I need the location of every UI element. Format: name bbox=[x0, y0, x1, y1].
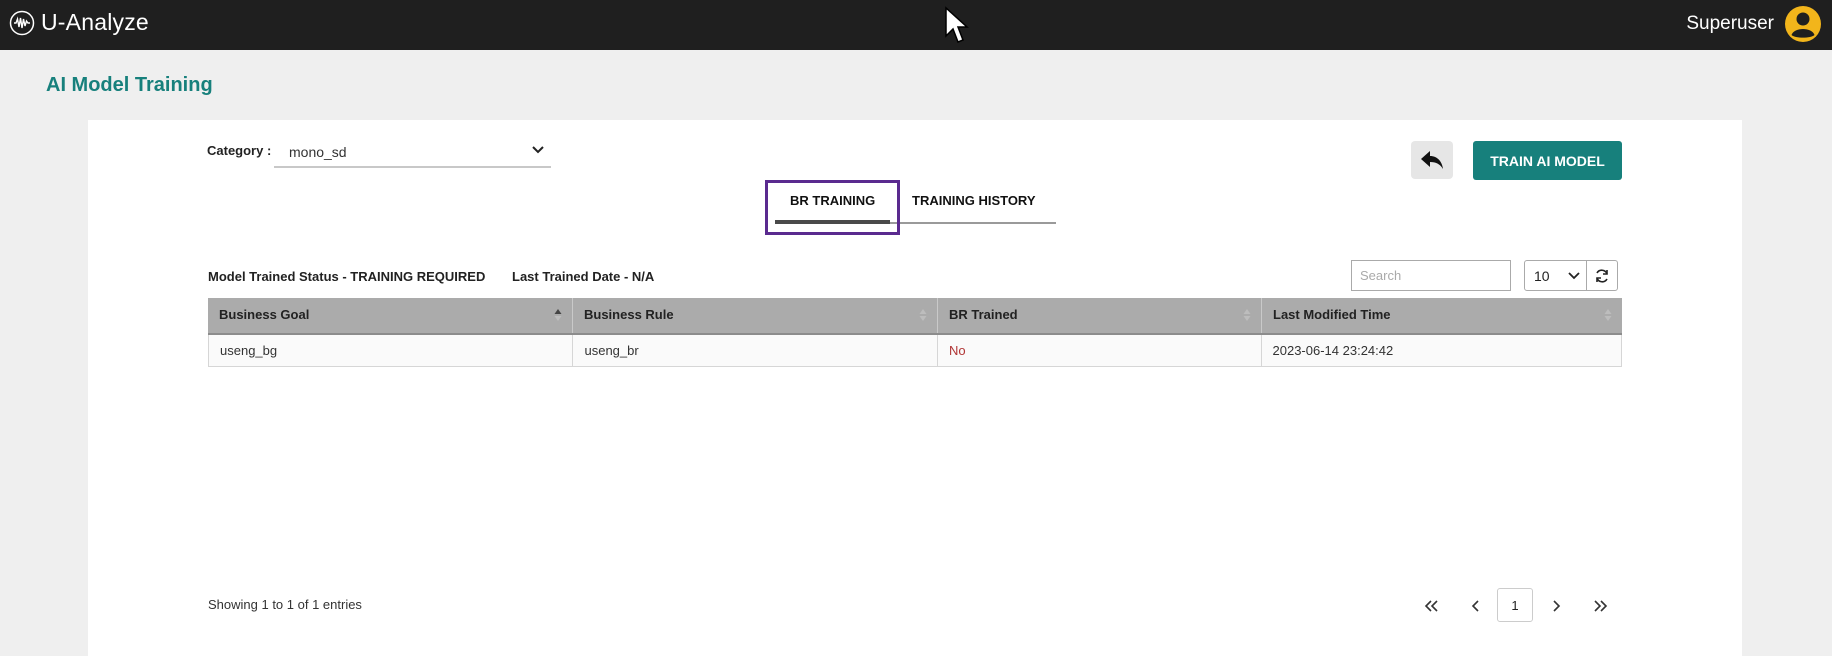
train-ai-model-button[interactable]: TRAIN AI MODEL bbox=[1473, 141, 1622, 180]
entries-info: Showing 1 to 1 of 1 entries bbox=[208, 597, 362, 612]
column-header-last-modified-time[interactable]: Last Modified Time bbox=[1262, 298, 1622, 333]
mouse-cursor-icon bbox=[945, 6, 969, 43]
sort-icon bbox=[919, 309, 927, 321]
training-table: Business Goal Business Rule BR Trained L… bbox=[208, 298, 1622, 367]
chevron-down-icon bbox=[532, 146, 544, 154]
double-chevron-left-icon bbox=[1424, 600, 1438, 612]
double-chevron-right-icon bbox=[1594, 600, 1608, 612]
page-number-button[interactable]: 1 bbox=[1497, 588, 1533, 622]
cell-last-modified-time: 2023-06-14 23:24:42 bbox=[1272, 343, 1394, 358]
user-circle-icon[interactable] bbox=[1784, 5, 1822, 43]
category-value: mono_sd bbox=[289, 144, 347, 160]
tab-training-history[interactable]: TRAINING HISTORY bbox=[912, 193, 1036, 208]
last-page-button[interactable] bbox=[1588, 590, 1612, 622]
refresh-button[interactable] bbox=[1586, 260, 1618, 291]
category-label: Category : bbox=[207, 143, 272, 158]
chevron-right-icon bbox=[1553, 600, 1561, 612]
column-header-br-trained[interactable]: BR Trained bbox=[938, 298, 1262, 333]
column-header-business-goal[interactable]: Business Goal bbox=[208, 298, 573, 333]
previous-page-button[interactable] bbox=[1464, 590, 1488, 622]
category-select[interactable]: mono_sd bbox=[274, 139, 551, 168]
page-title: AI Model Training bbox=[46, 74, 213, 96]
table-header: Business Goal Business Rule BR Trained L… bbox=[208, 298, 1622, 335]
back-button[interactable] bbox=[1411, 141, 1453, 179]
brand[interactable]: U-Analyze bbox=[9, 9, 149, 36]
reply-arrow-icon bbox=[1421, 151, 1443, 169]
sort-icon bbox=[1243, 309, 1251, 321]
cell-br-trained: No bbox=[938, 335, 1262, 366]
chevron-down-icon bbox=[1568, 272, 1580, 280]
column-label: Business Rule bbox=[584, 307, 674, 322]
column-label: BR Trained bbox=[949, 307, 1018, 322]
last-trained-date: Last Trained Date - N/A bbox=[512, 269, 655, 284]
chevron-left-icon bbox=[1471, 600, 1479, 612]
top-bar: U-Analyze Superuser bbox=[0, 0, 1832, 50]
first-page-button[interactable] bbox=[1420, 590, 1444, 622]
user-name: Superuser bbox=[1686, 13, 1774, 34]
next-page-button[interactable] bbox=[1544, 590, 1568, 622]
refresh-icon bbox=[1596, 268, 1608, 283]
cell-business-goal: useng_bg bbox=[209, 335, 574, 366]
tab-highlight-box bbox=[765, 180, 900, 235]
user-menu[interactable]: Superuser bbox=[1686, 5, 1822, 43]
cell-business-rule: useng_br bbox=[573, 335, 938, 366]
sort-icon bbox=[1604, 309, 1612, 321]
model-trained-status: Model Trained Status - TRAINING REQUIRED bbox=[208, 269, 486, 284]
waveform-icon bbox=[9, 10, 35, 35]
column-label: Last Modified Time bbox=[1273, 307, 1391, 322]
sort-asc-icon bbox=[554, 309, 562, 321]
search-input[interactable] bbox=[1351, 260, 1511, 291]
table-row[interactable]: useng_bg useng_br No 2023-06-14 23:24:42 bbox=[208, 335, 1622, 367]
column-label: Business Goal bbox=[219, 307, 310, 322]
page-size-value: 10 bbox=[1534, 268, 1550, 284]
column-header-business-rule[interactable]: Business Rule bbox=[573, 298, 938, 333]
page-size-select[interactable]: 10 bbox=[1524, 260, 1587, 291]
brand-name: U-Analyze bbox=[41, 9, 149, 35]
